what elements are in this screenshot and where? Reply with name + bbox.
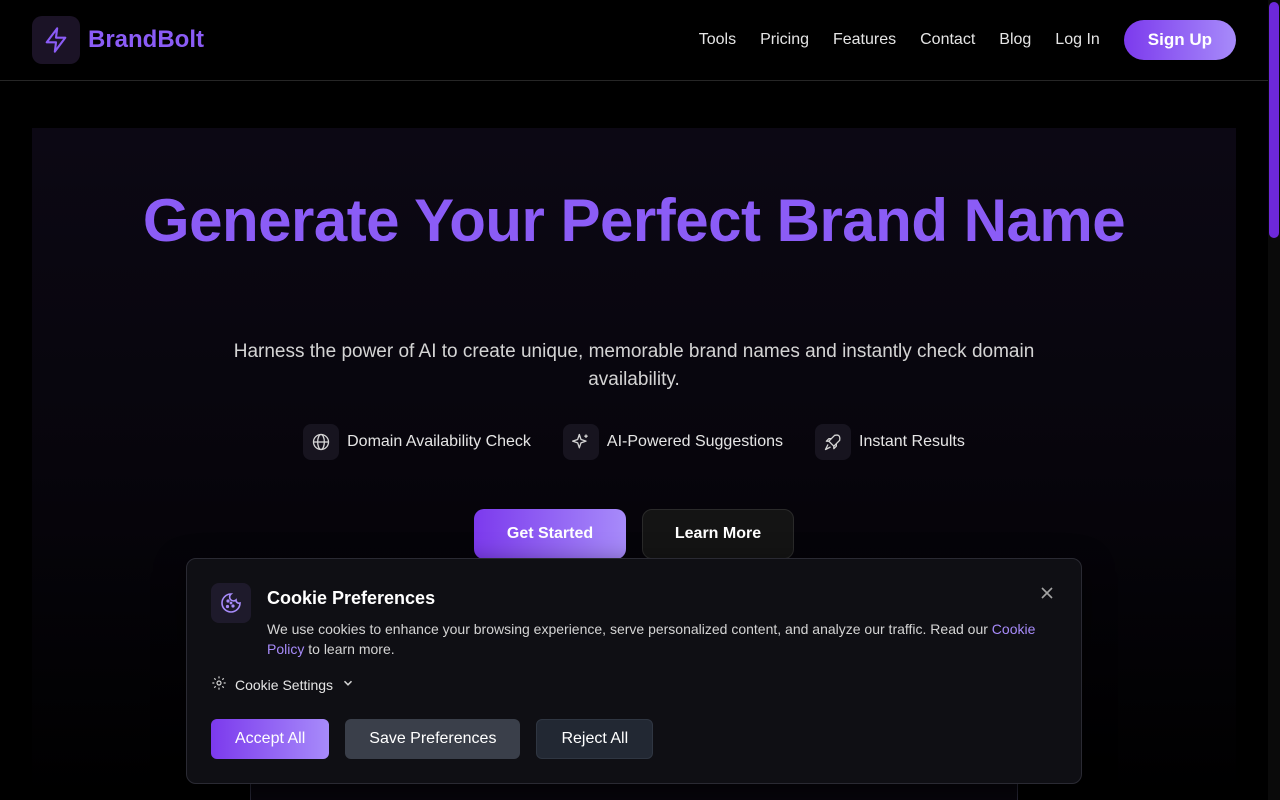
reject-all-button[interactable]: Reject All [536, 719, 654, 759]
rocket-icon [815, 424, 852, 460]
page: BrandBolt Tools Pricing Features Contact… [0, 0, 1280, 800]
close-icon[interactable] [1037, 583, 1057, 603]
brand-name: BrandBolt [88, 26, 204, 53]
cookie-buttons: Accept All Save Preferences Reject All [211, 719, 654, 759]
cookie-text: We use cookies to enhance your browsing … [267, 619, 1037, 659]
hero-title: Generate Your Perfect Brand Name [142, 187, 1126, 254]
feature-label: Domain Availability Check [347, 433, 531, 450]
site-header: BrandBolt Tools Pricing Features Contact… [0, 0, 1268, 81]
cookie-settings-toggle[interactable]: Cookie Settings [211, 675, 355, 694]
bolt-icon [32, 16, 80, 64]
cookie-icon [211, 583, 251, 623]
chevron-down-icon [341, 676, 355, 693]
sparkles-icon [562, 424, 599, 460]
cookie-settings-label: Cookie Settings [235, 676, 334, 693]
main-nav: Tools Pricing Features Contact Blog Log … [675, 20, 1236, 60]
nav-tools[interactable]: Tools [699, 31, 736, 49]
feature-ai-suggestions: AI-Powered Suggestions [562, 424, 784, 460]
learn-more-button[interactable]: Learn More [642, 509, 794, 559]
signup-button[interactable]: Sign Up [1123, 20, 1236, 60]
hero-subtitle: Harness the power of AI to create unique… [233, 341, 1035, 390]
globe-icon [303, 424, 340, 460]
feature-label: Instant Results [859, 433, 965, 450]
nav-contact[interactable]: Contact [920, 31, 975, 49]
cookie-title: Cookie Preferences [267, 588, 436, 608]
cookie-text-before: We use cookies to enhance your browsing … [267, 621, 988, 637]
save-preferences-button[interactable]: Save Preferences [345, 719, 521, 759]
hero-buttons: Get Started Learn More [32, 509, 1236, 559]
scrollbar-track[interactable] [1268, 0, 1280, 800]
get-started-button[interactable]: Get Started [474, 509, 626, 559]
gear-icon [211, 675, 227, 694]
nav-blog[interactable]: Blog [999, 31, 1031, 49]
accept-all-button[interactable]: Accept All [211, 719, 330, 759]
feature-label: AI-Powered Suggestions [606, 433, 784, 450]
feature-domain-check: Domain Availability Check [303, 424, 531, 460]
nav-login[interactable]: Log In [1055, 31, 1099, 49]
feature-instant-results: Instant Results [815, 424, 965, 460]
scrollbar-thumb[interactable] [1269, 2, 1279, 238]
feature-list: Domain Availability Check AI-Powered Sug… [32, 424, 1236, 460]
cookie-text-after: to learn more. [308, 641, 395, 657]
nav-features[interactable]: Features [833, 31, 896, 49]
brand[interactable]: BrandBolt [32, 16, 204, 64]
cookie-banner: Cookie Preferences We use cookies to enh… [186, 558, 1082, 784]
nav-pricing[interactable]: Pricing [760, 31, 809, 49]
